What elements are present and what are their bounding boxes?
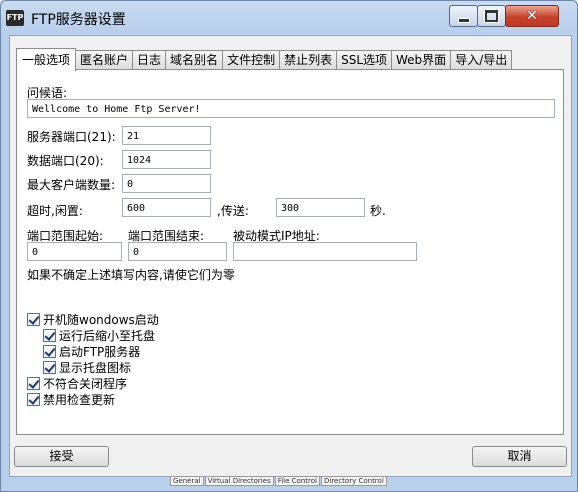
data-port-label: 数据端口(20): <box>27 154 104 168</box>
server-port-label: 服务器端口(21): <box>27 130 116 144</box>
minimize-to-tray-label: 运行后缩小至托盘 <box>59 329 156 343</box>
zero-hint-text: 如果不确定上述填写内容,请使它们为零 <box>27 268 235 282</box>
max-clients-input[interactable]: 0 <box>122 174 211 193</box>
tab-log[interactable]: 日志 <box>132 50 167 70</box>
check-icon <box>43 329 56 342</box>
tab-file-control[interactable]: 文件控制 <box>222 50 281 70</box>
bg-tab-general: General <box>170 476 204 486</box>
greeting-input[interactable]: Wellcome to Home Ftp Server! <box>27 99 555 118</box>
show-tray-icon-checkbox[interactable]: 显示托盘图标 <box>43 360 131 375</box>
title-bar[interactable]: FTP FTP服务器设置 ✕ <box>1 1 577 35</box>
transfer-timeout-input[interactable]: 300 <box>276 198 365 217</box>
start-ftp-server-checkbox[interactable]: 启动FTP服务器 <box>43 344 140 359</box>
no-close-program-checkbox[interactable]: 不符合关闭程序 <box>27 376 127 391</box>
port-range-start-input[interactable]: 0 <box>27 242 122 261</box>
maximize-button[interactable] <box>477 5 506 27</box>
minimize-icon <box>457 17 470 23</box>
max-clients-label: 最大客户端数量: <box>27 178 116 192</box>
tab-ban-list[interactable]: 禁止列表 <box>279 50 338 70</box>
passive-ip-input[interactable] <box>233 242 417 261</box>
window-title: FTP服务器设置 <box>31 12 126 28</box>
seconds-label: 秒. <box>370 204 386 218</box>
tab-domain-alias[interactable]: 域名别名 <box>165 50 224 70</box>
bg-tab-virtual-directories: Virtual Directories <box>204 476 274 486</box>
tab-anonymous-account[interactable]: 匿名账户 <box>75 50 134 70</box>
server-port-input[interactable]: 21 <box>122 126 211 145</box>
check-icon <box>27 393 40 406</box>
check-icon <box>43 361 56 374</box>
ftp-settings-window: FTP FTP服务器设置 ✕ 一般选项 匿名账户 日志 域名别名 文件控制 禁止… <box>0 0 578 492</box>
start-ftp-server-label: 启动FTP服务器 <box>59 345 141 359</box>
start-with-windows-label: 开机随wondows启动 <box>43 313 159 327</box>
idle-timeout-input[interactable]: 600 <box>122 198 211 217</box>
dialog-client-area: 一般选项 匿名账户 日志 域名别名 文件控制 禁止列表 SSL选项 Web界面 … <box>9 35 572 477</box>
general-options-panel: 问候语: Wellcome to Home Ftp Server! 服务器端口(… <box>16 69 564 435</box>
data-port-input[interactable]: 1024 <box>122 150 211 169</box>
tab-import-export[interactable]: 导入/导出 <box>450 50 513 70</box>
no-close-program-label: 不符合关闭程序 <box>43 377 128 391</box>
transfer-label: ,传送: <box>217 204 249 218</box>
bg-tab-directory-control: Directory Control <box>320 476 387 486</box>
background-window-tabs: General Virtual Directories File Control Di… <box>170 476 570 492</box>
tab-strip: 一般选项 匿名账户 日志 域名别名 文件控制 禁止列表 SSL选项 Web界面 … <box>16 48 513 71</box>
close-button[interactable]: ✕ <box>505 5 559 27</box>
close-icon: ✕ <box>526 8 538 24</box>
start-with-windows-checkbox[interactable]: 开机随wondows启动 <box>27 312 159 327</box>
maximize-icon <box>484 9 499 23</box>
minimize-to-tray-checkbox[interactable]: 运行后缩小至托盘 <box>43 328 155 343</box>
timeout-label: 超时,闲置: <box>27 204 83 218</box>
tab-general[interactable]: 一般选项 <box>16 48 77 71</box>
ftp-app-icon: FTP <box>6 10 24 26</box>
check-icon <box>27 313 40 326</box>
cancel-button[interactable]: 取消 <box>472 446 567 467</box>
disable-update-check-checkbox[interactable]: 禁用检查更新 <box>27 392 115 407</box>
show-tray-icon-label: 显示托盘图标 <box>59 361 132 375</box>
check-icon <box>43 345 56 358</box>
accept-button[interactable]: 接受 <box>14 446 109 467</box>
port-range-end-input[interactable]: 0 <box>128 242 227 261</box>
check-icon <box>27 377 40 390</box>
tab-web-interface[interactable]: Web界面 <box>391 50 452 70</box>
bg-tab-file-control: File Control <box>274 476 320 486</box>
disable-update-check-label: 禁用检查更新 <box>43 393 116 407</box>
minimize-button[interactable] <box>449 5 478 27</box>
tab-ssl-options[interactable]: SSL选项 <box>336 50 393 70</box>
